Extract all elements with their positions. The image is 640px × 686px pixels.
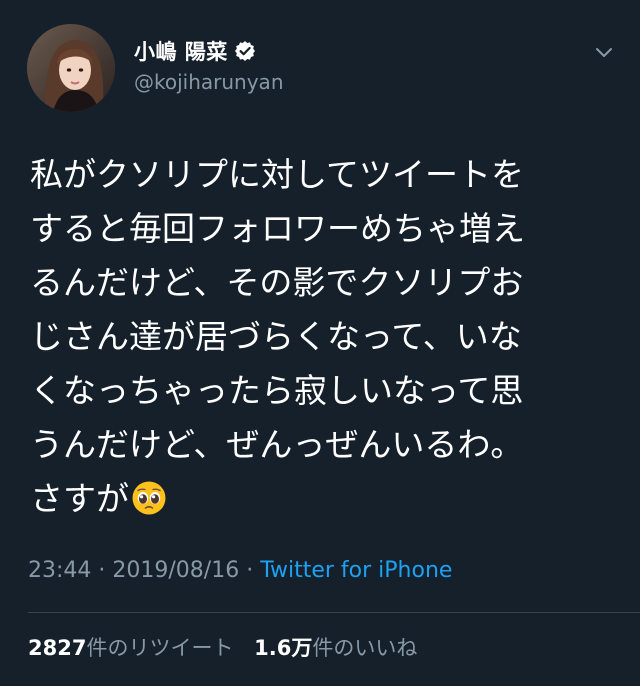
author-handle[interactable]: @kojiharunyan: [134, 70, 284, 94]
profile-photo-icon: [27, 24, 115, 112]
tweet-line: 私がクソリプに対してツイートを: [30, 155, 525, 194]
chevron-down-icon[interactable]: [592, 40, 616, 64]
avatar[interactable]: [27, 24, 115, 112]
retweets-label: 件のリツイート: [86, 636, 234, 660]
meta-separator: ·: [239, 558, 261, 583]
author-name-row[interactable]: 小嶋 陽菜: [134, 36, 256, 66]
display-name[interactable]: 小嶋 陽菜: [134, 36, 228, 66]
retweets-count: 2827: [28, 636, 87, 660]
meta-separator: ·: [91, 558, 113, 583]
pleading-face-emoji-icon: [131, 478, 167, 515]
likes-stat[interactable]: 1.6万件のいいね: [254, 632, 417, 662]
tweet-meta: 23:44 · 2019/08/16 · Twitter for iPhone: [28, 558, 452, 583]
tweet-date[interactable]: 2019/08/16: [112, 558, 239, 583]
verified-badge-icon: [234, 40, 256, 62]
tweet-text: 私がクソリプに対してツイートを すると毎回フォロワーめちゃ増え るんだけど、その…: [30, 148, 620, 526]
tweet-line: さすが: [30, 479, 129, 518]
tweet-line: じさん達が居づらくなって、いな: [30, 317, 522, 356]
divider: [28, 612, 640, 613]
tweet-line: うんだけど、ぜんっぜんいるわ。: [30, 425, 524, 464]
tweet-line: すると毎回フォロワーめちゃ増え: [30, 209, 525, 248]
tweet-line: くなっちゃったら寂しいなって思: [30, 371, 524, 410]
likes-count: 1.6万: [254, 636, 313, 660]
retweets-stat[interactable]: 2827件のリツイート: [28, 632, 233, 662]
tweet-time[interactable]: 23:44: [28, 558, 91, 583]
tweet-line: るんだけど、その影でクソリプお: [30, 263, 524, 302]
likes-label: 件のいいね: [312, 636, 418, 660]
tweet-stats: 2827件のリツイート 1.6万件のいいね: [28, 632, 431, 662]
tweet-source-link[interactable]: Twitter for iPhone: [260, 558, 452, 583]
